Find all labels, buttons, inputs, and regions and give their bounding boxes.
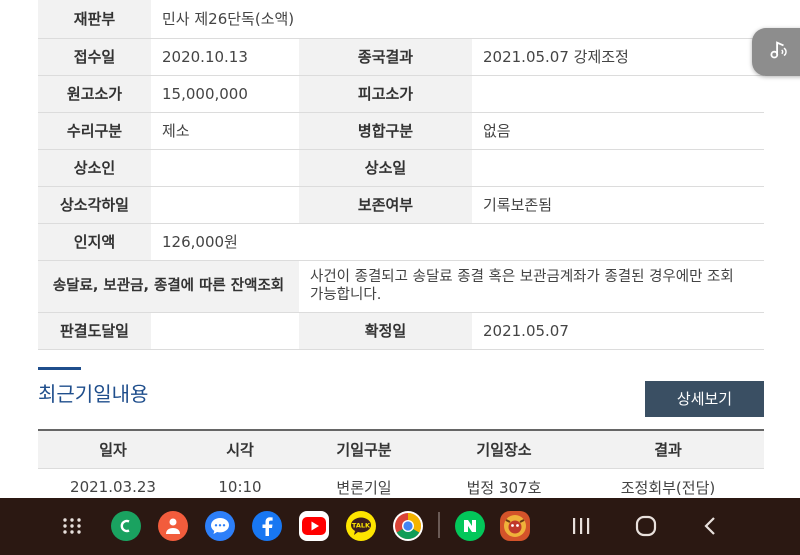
appellant-label: 상소인 [38,149,151,187]
defendant-amount-label: 피고소가 [299,75,472,113]
table-row: 판결도달일 확정일 2021.05.07 [38,312,764,350]
hearing-place: 법정 307호 [466,478,542,497]
contacts-app-icon[interactable] [158,511,188,541]
home-icon[interactable] [633,510,659,542]
balance-inquiry-value: 사건이 종결되고 송달료 종결 혹은 보관금계좌가 종결된 경우에만 조회 가능… [299,260,764,313]
preservation-label: 보존여부 [299,186,472,224]
view-details-button[interactable]: 상세보기 [645,381,764,417]
appeal-dismissed-value [151,186,299,224]
column-header-result: 결과 [572,430,764,469]
column-header-time: 시각 [188,430,292,469]
court-division-value: 민사 제26단독(소액) [151,0,764,39]
stamp-fee-value: 126,000원 [151,223,764,261]
table-row: 접수일 2020.10.13 종국결과 2021.05.07 강제조정 [38,38,764,76]
preservation-value: 기록보존됨 [472,186,764,224]
table-row: 재판부 민사 제26단독(소액) [38,0,764,39]
plaintiff-amount-value: 15,000,000 [151,75,299,113]
stamp-fee-label: 인지액 [38,223,151,261]
confirmed-date-label: 확정일 [299,312,472,350]
section-accent-bar [38,367,81,370]
recent-apps-icon[interactable] [568,510,594,542]
table-row: 인지액 126,000원 [38,223,764,261]
received-date-value: 2020.10.13 [151,38,299,76]
final-result-value: 2021.05.07 강제조정 [472,38,764,76]
music-note-icon [767,39,789,66]
floating-audio-button[interactable] [752,28,800,76]
appellant-value [151,149,299,187]
plaintiff-amount-label: 원고소가 [38,75,151,113]
appeal-dismissed-label: 상소각하일 [38,186,151,224]
judgment-delivered-label: 판결도달일 [38,312,151,350]
merge-type-value: 없음 [472,112,764,150]
naver-app-icon[interactable] [455,511,485,541]
svg-text:TALK: TALK [352,522,371,530]
acceptance-type-label: 수리구분 [38,112,151,150]
messages-app-icon[interactable] [205,511,235,541]
kakaotalk-app-icon[interactable]: TALK [346,511,376,541]
hearing-time: 10:10 [218,478,262,497]
received-date-label: 접수일 [38,38,151,76]
balance-inquiry-label: 송달료, 보관금, 종결에 따른 잔액조회 [38,260,299,313]
phone-app-icon[interactable] [111,511,141,541]
facebook-app-icon[interactable] [252,511,282,541]
acceptance-type-value: 제소 [151,112,299,150]
hearings-table: 일자 시각 기일구분 기일장소 결과 2021.03.23 10:10 변론기일… [38,429,764,498]
system-navigation-bar: TALK [0,498,800,555]
court-division-label: 재판부 [38,0,151,39]
table-row[interactable]: 2021.03.23 10:10 변론기일 법정 307호 조정회부(전담) [38,468,764,498]
table-row: 송달료, 보관금, 종결에 따른 잔액조회 사건이 종결되고 송달료 종결 혹은… [38,260,764,313]
merge-type-label: 병합구분 [299,112,472,150]
dock-divider [438,512,440,538]
case-detail-page: 재판부 민사 제26단독(소액) 접수일 2020.10.13 종국결과 202… [0,0,800,498]
column-header-date: 일자 [38,430,188,469]
youtube-app-icon[interactable] [299,511,329,541]
table-row: 수리구분 제소 병합구분 없음 [38,112,764,150]
final-result-label: 종국결과 [299,38,472,76]
app-drawer-icon[interactable] [60,510,84,542]
judgment-delivered-value [151,312,299,350]
back-icon[interactable] [699,510,721,542]
case-info-table: 재판부 민사 제26단독(소액) 접수일 2020.10.13 종국결과 202… [38,0,764,350]
recent-hearings-title: 최근기일내용 [38,382,149,406]
table-row: 원고소가 15,000,000 피고소가 [38,75,764,113]
appeal-date-value [472,149,764,187]
hearing-result: 조정회부(전담) [620,478,716,497]
hearing-date: 2021.03.23 [70,478,156,497]
defendant-amount-value [472,75,764,113]
confirmed-date-value: 2021.05.07 [472,312,764,350]
appeal-date-label: 상소일 [299,149,472,187]
chrome-app-icon[interactable] [393,511,423,541]
column-header-place: 기일장소 [436,430,572,469]
table-row: 상소인 상소일 [38,149,764,187]
game-app-icon[interactable] [500,511,530,541]
hearings-header-row: 일자 시각 기일구분 기일장소 결과 [38,430,764,469]
hearing-type: 변론기일 [336,478,392,497]
column-header-type: 기일구분 [292,430,436,469]
table-row: 상소각하일 보존여부 기록보존됨 [38,186,764,224]
